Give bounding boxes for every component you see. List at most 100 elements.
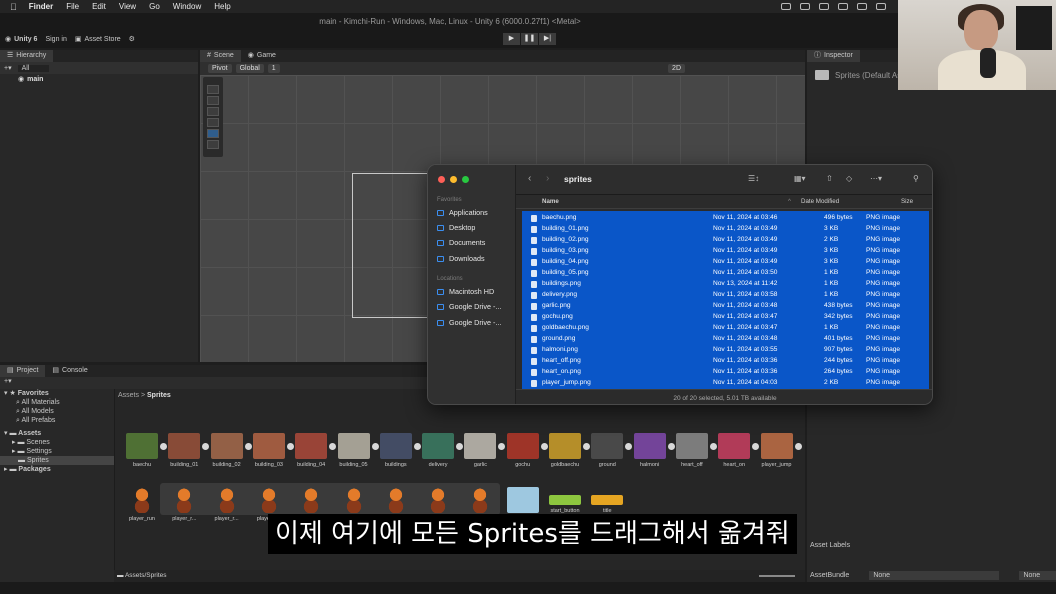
sidebar-item-documents[interactable]: Documents bbox=[437, 238, 485, 247]
thumbnail-size-slider[interactable] bbox=[759, 575, 795, 577]
asset-thumbnail[interactable]: building_02 bbox=[206, 433, 252, 468]
tree-assets[interactable]: ▾ ▬ Assets bbox=[0, 429, 114, 438]
minimize-icon[interactable] bbox=[450, 176, 457, 183]
status-icon[interactable] bbox=[876, 3, 886, 10]
apple-icon[interactable]:  bbox=[10, 2, 17, 12]
file-row[interactable]: heart_off.png Nov 11, 2024 at 03:36 244 by… bbox=[522, 356, 929, 367]
asset-thumbnail[interactable]: buildings bbox=[375, 433, 421, 468]
add-icon[interactable]: +▾ bbox=[4, 378, 12, 385]
file-row[interactable]: goldbaechu.png Nov 11, 2024 at 03:47 1 KB P… bbox=[522, 323, 929, 334]
tab-scene[interactable]: # Scene bbox=[200, 50, 241, 62]
scale-tool-icon[interactable] bbox=[207, 118, 219, 127]
grid-view-icon[interactable]: ▦▾ bbox=[794, 174, 806, 183]
menu-go[interactable]: Go bbox=[149, 2, 160, 11]
file-row[interactable]: garlic.png Nov 11, 2024 at 03:48 438 bytes… bbox=[522, 301, 929, 312]
menu-finder[interactable]: Finder bbox=[29, 2, 53, 11]
search-icon[interactable]: ⚲ bbox=[913, 174, 919, 183]
file-row[interactable]: delivery.png Nov 11, 2024 at 03:58 1 KB PNG… bbox=[522, 290, 929, 301]
asset-store-button[interactable]: ▣ Asset Store bbox=[75, 35, 121, 44]
tab-project[interactable]: ▤ Project bbox=[0, 365, 46, 377]
tree-packages[interactable]: ▸ ▬ Packages bbox=[0, 465, 114, 474]
tab-console[interactable]: ▤ Console bbox=[45, 365, 94, 377]
column-date[interactable]: Date Modified bbox=[801, 198, 839, 205]
asset-thumbnail[interactable]: player_jump bbox=[756, 433, 802, 468]
tab-game[interactable]: ◉ Game bbox=[241, 50, 283, 62]
global-dropdown[interactable]: Global bbox=[235, 64, 264, 73]
asset-thumbnail[interactable]: heart_off bbox=[671, 433, 717, 468]
status-icon[interactable] bbox=[819, 3, 829, 10]
back-icon[interactable]: ‹ bbox=[528, 173, 531, 184]
hand-tool-icon[interactable] bbox=[207, 85, 219, 94]
tree-item[interactable]: ▸ ▬ Scenes bbox=[0, 438, 114, 447]
add-icon[interactable]: +▾ bbox=[4, 64, 12, 72]
asset-thumbnail[interactable]: building_01 bbox=[163, 433, 210, 468]
rect-tool-icon[interactable] bbox=[207, 129, 219, 138]
asset-thumbnail[interactable]: building_04 bbox=[290, 433, 337, 468]
asset-thumbnail[interactable]: delivery bbox=[417, 433, 464, 468]
tree-item[interactable]: ⌕ All Models bbox=[0, 407, 114, 416]
asset-thumbnail[interactable]: halmoni bbox=[629, 433, 675, 468]
variant-dropdown[interactable]: None bbox=[1019, 570, 1056, 580]
file-row[interactable]: building_01.png Nov 11, 2024 at 03:49 3 KB… bbox=[522, 224, 929, 235]
hierarchy-item-main[interactable]: ◉ main bbox=[0, 74, 198, 84]
menu-help[interactable]: Help bbox=[214, 2, 230, 11]
file-row[interactable]: baechu.png Nov 11, 2024 at 03:46 496 bytes… bbox=[522, 213, 929, 224]
asset-thumbnail[interactable]: baechu bbox=[121, 433, 167, 468]
tree-item-sprites[interactable]: ▬ Sprites bbox=[0, 456, 114, 465]
menu-edit[interactable]: Edit bbox=[92, 2, 106, 11]
file-row[interactable]: buildings.png Nov 13, 2024 at 11:42 1 KB PN… bbox=[522, 279, 929, 290]
rotate-tool-icon[interactable] bbox=[207, 107, 219, 116]
column-name[interactable]: Name bbox=[542, 198, 559, 205]
mode-2d-toggle[interactable]: 2D bbox=[668, 64, 685, 73]
file-row[interactable]: building_05.png Nov 11, 2024 at 03:50 1 KB… bbox=[522, 268, 929, 279]
file-row[interactable]: halmoni.png Nov 11, 2024 at 03:55 907 byte… bbox=[522, 345, 929, 356]
asset-thumbnail[interactable]: player_r... bbox=[206, 487, 248, 522]
tree-favorites[interactable]: ▾ ★ Favorites bbox=[0, 389, 114, 398]
asset-thumbnail[interactable]: player_run bbox=[121, 487, 163, 522]
file-row[interactable]: building_04.png Nov 11, 2024 at 03:49 3 KB… bbox=[522, 257, 929, 268]
tree-item[interactable]: ⌕ All Prefabs bbox=[0, 416, 114, 425]
column-size[interactable]: Size bbox=[901, 198, 913, 205]
menu-file[interactable]: File bbox=[66, 2, 79, 11]
asset-thumbnail[interactable]: heart_on bbox=[713, 433, 760, 468]
menu-view[interactable]: View bbox=[119, 2, 136, 11]
tag-icon[interactable]: ◇ bbox=[846, 174, 852, 183]
tree-item[interactable]: ⌕ All Materials bbox=[0, 398, 114, 407]
sidebar-item-desktop[interactable]: Desktop bbox=[437, 223, 475, 232]
file-row[interactable]: building_02.png Nov 11, 2024 at 03:49 2 KB… bbox=[522, 235, 929, 246]
transform-tool-icon[interactable] bbox=[207, 140, 219, 149]
asset-thumbnail[interactable]: building_05 bbox=[333, 433, 379, 468]
tab-hierarchy[interactable]: ☰ Hierarchy bbox=[0, 50, 54, 62]
sidebar-item-applications[interactable]: Applications bbox=[437, 208, 488, 217]
asset-thumbnail[interactable]: goldbaechu bbox=[544, 433, 590, 468]
tree-item[interactable]: ▸ ▬ Settings bbox=[0, 447, 114, 456]
zoom-icon[interactable] bbox=[462, 176, 469, 183]
asset-labels-header[interactable]: Asset Labels bbox=[807, 542, 1056, 554]
pause-button[interactable]: ❚❚ bbox=[521, 33, 538, 45]
play-button[interactable]: ▶ bbox=[503, 33, 520, 45]
asset-thumbnail[interactable]: start_button bbox=[544, 487, 586, 514]
share-icon[interactable]: ⇧ bbox=[826, 174, 833, 183]
pivot-dropdown[interactable]: Pivot bbox=[208, 64, 232, 73]
close-icon[interactable] bbox=[438, 176, 445, 183]
status-icon[interactable] bbox=[800, 3, 810, 10]
file-row[interactable]: gochu.png Nov 11, 2024 at 03:47 342 bytes P… bbox=[522, 312, 929, 323]
account-button[interactable]: ◉ Unity 6 bbox=[5, 35, 37, 44]
sign-in-button[interactable]: Sign in bbox=[45, 36, 66, 43]
status-icon[interactable] bbox=[781, 3, 791, 10]
asset-thumbnail[interactable]: garlic bbox=[459, 433, 506, 468]
grid-snap-input[interactable]: 1 bbox=[267, 64, 280, 73]
expand-icon[interactable] bbox=[794, 443, 802, 450]
status-icon[interactable] bbox=[857, 3, 867, 10]
asset-thumbnail[interactable]: gochu bbox=[502, 433, 548, 468]
asset-thumbnail[interactable]: ground bbox=[586, 433, 633, 468]
file-row[interactable]: building_03.png Nov 11, 2024 at 03:49 3 KB… bbox=[522, 246, 929, 257]
asset-thumbnail[interactable]: building_03 bbox=[248, 433, 294, 468]
status-icon[interactable] bbox=[838, 3, 848, 10]
sidebar-item-google-drive[interactable]: Google Drive -... bbox=[437, 318, 501, 327]
tab-inspector[interactable]: ⓘ Inspector bbox=[807, 50, 860, 62]
asset-bundle-dropdown[interactable]: None bbox=[869, 570, 1000, 580]
menu-window[interactable]: Window bbox=[173, 2, 201, 11]
file-row[interactable]: player_jump.png Nov 11, 2024 at 04:03 2 KB… bbox=[522, 378, 929, 389]
settings-icon[interactable]: ⚙ bbox=[129, 35, 135, 43]
